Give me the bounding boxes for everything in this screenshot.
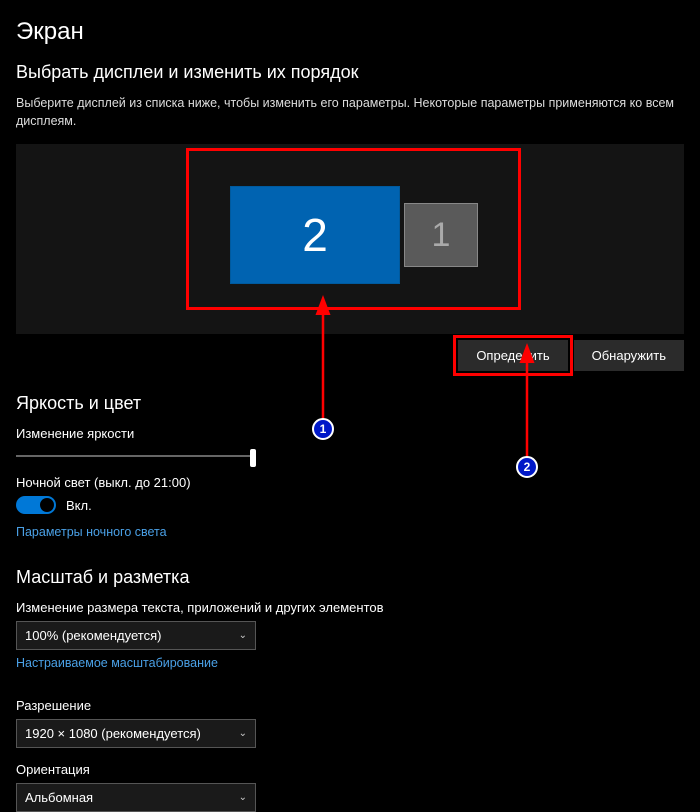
- identify-button[interactable]: Определить: [458, 340, 567, 371]
- display-arrangement-area[interactable]: 2 1: [16, 144, 684, 334]
- night-light-label: Ночной свет (выкл. до 21:00): [16, 475, 684, 490]
- monitor-1[interactable]: 1: [404, 203, 478, 267]
- night-light-settings-link[interactable]: Параметры ночного света: [16, 525, 167, 539]
- orientation-select[interactable]: Альбомная ⌄: [16, 783, 256, 812]
- night-light-toggle[interactable]: [16, 496, 56, 514]
- chevron-down-icon: ⌄: [239, 792, 247, 803]
- brightness-heading: Яркость и цвет: [16, 393, 684, 414]
- page-title: Экран: [16, 18, 684, 46]
- night-light-toggle-state: Вкл.: [66, 498, 92, 513]
- rearrange-description: Выберите дисплей из списка ниже, чтобы и…: [16, 95, 684, 130]
- rearrange-heading: Выбрать дисплеи и изменить их порядок: [16, 62, 684, 83]
- toggle-knob: [40, 498, 54, 512]
- brightness-slider-thumb[interactable]: [250, 449, 256, 467]
- resolution-select[interactable]: 1920 × 1080 (рекомендуется) ⌄: [16, 719, 256, 748]
- chevron-down-icon: ⌄: [239, 728, 247, 739]
- orientation-label: Ориентация: [16, 762, 684, 777]
- custom-scaling-link[interactable]: Настраиваемое масштабирование: [16, 656, 218, 670]
- monitor-2[interactable]: 2: [230, 186, 400, 284]
- brightness-slider[interactable]: [16, 455, 256, 457]
- resolution-value: 1920 × 1080 (рекомендуется): [25, 726, 201, 741]
- brightness-slider-label: Изменение яркости: [16, 426, 684, 441]
- text-scale-label: Изменение размера текста, приложений и д…: [16, 600, 684, 615]
- resolution-label: Разрешение: [16, 698, 684, 713]
- orientation-value: Альбомная: [25, 790, 93, 805]
- detect-button[interactable]: Обнаружить: [574, 340, 684, 371]
- text-scale-select[interactable]: 100% (рекомендуется) ⌄: [16, 621, 256, 650]
- chevron-down-icon: ⌄: [239, 630, 247, 641]
- text-scale-value: 100% (рекомендуется): [25, 628, 161, 643]
- scale-heading: Масштаб и разметка: [16, 567, 684, 588]
